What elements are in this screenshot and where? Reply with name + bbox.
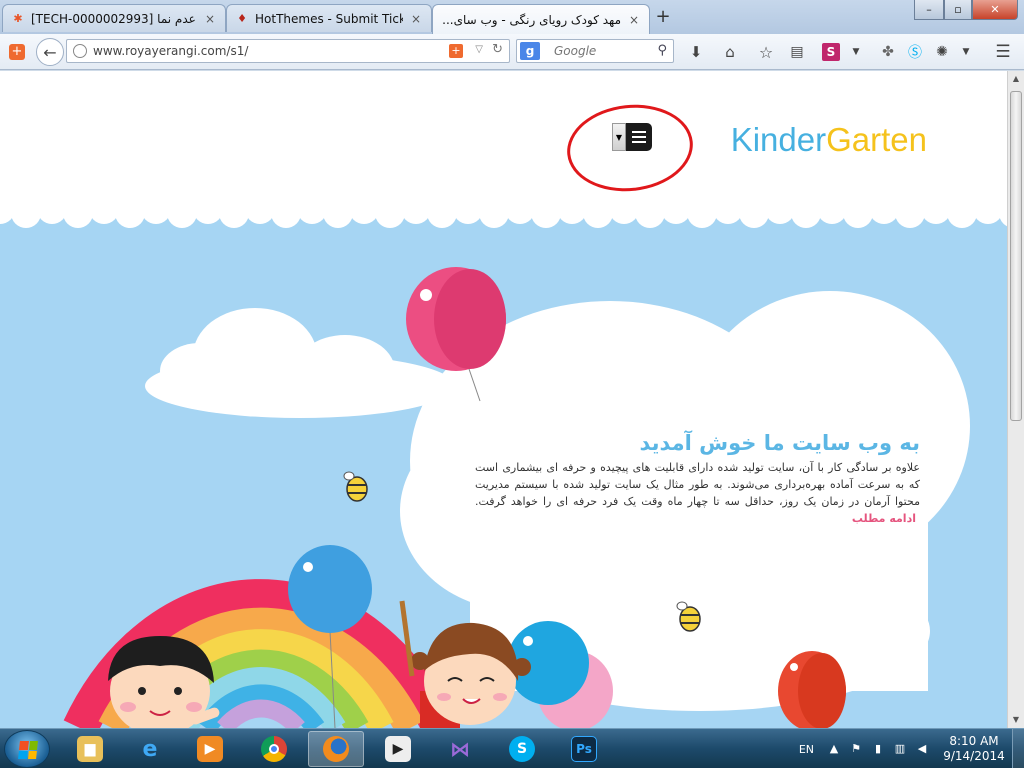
globe-icon	[73, 44, 87, 58]
photoshop-icon: Ps	[571, 736, 597, 762]
file-explorer-icon: ▆	[77, 736, 103, 762]
taskbar-file-explorer[interactable]: ▆	[62, 731, 118, 767]
media-play-icon: ▶	[385, 736, 411, 762]
browser-tab-bar: ✱ [TECH-0000002993] عدم نما... × ♦ HotTh…	[0, 0, 1024, 34]
tab-hotthemes[interactable]: ♦ HotThemes - Submit Ticket ×	[226, 4, 432, 32]
bookmarks-list-icon[interactable]: ▤	[787, 42, 807, 62]
page-viewport: KinderGarten ▼ به وب سایت ما خوش آمدید ع…	[0, 71, 1007, 728]
addon-icon: +	[9, 44, 25, 60]
site-logo[interactable]: KinderGarten	[731, 121, 927, 159]
back-arrow-icon: ←	[43, 42, 57, 62]
back-button[interactable]: ←	[36, 38, 64, 66]
network-icon[interactable]: ▥	[892, 741, 908, 757]
scrollbar-thumb[interactable]	[1010, 91, 1022, 421]
skype-icon[interactable]: Ⓢ	[905, 42, 925, 62]
taskbar-firefox[interactable]	[308, 731, 364, 767]
window-controls: – ▫ ✕	[914, 0, 1018, 20]
search-bar[interactable]: g ⚲	[516, 39, 674, 63]
reload-icon[interactable]: ↻	[492, 42, 503, 57]
logo-text-garten: Garten	[826, 121, 927, 158]
close-icon[interactable]: ×	[203, 12, 217, 26]
internet-explorer-icon: e	[142, 736, 158, 762]
skype-icon: S	[509, 736, 535, 762]
close-window-button[interactable]: ✕	[972, 0, 1018, 20]
vertical-scrollbar[interactable]: ▲ ▼	[1007, 71, 1024, 728]
close-icon[interactable]: ×	[409, 12, 423, 26]
start-button[interactable]	[4, 730, 50, 768]
scroll-down-arrow-icon[interactable]: ▼	[1008, 712, 1024, 728]
volume-icon[interactable]: ◀	[914, 741, 930, 757]
welcome-paragraph: علاوه بر سادگی کار با آن، سایت تولید شده…	[475, 461, 920, 508]
dropdown-arrow-icon[interactable]: ▼	[960, 43, 972, 61]
maximize-button[interactable]: ▫	[944, 0, 972, 20]
scroll-up-arrow-icon[interactable]: ▲	[1008, 71, 1024, 87]
menu-icon[interactable]: ☰	[992, 42, 1014, 62]
minimize-button[interactable]: –	[914, 0, 944, 20]
welcome-text: علاوه بر سادگی کار با آن، سایت تولید شده…	[475, 459, 920, 527]
taskbar-media-play[interactable]: ▶	[370, 731, 426, 767]
close-icon[interactable]: ×	[627, 13, 641, 27]
dropdown-arrow-icon[interactable]: ▼	[850, 43, 862, 61]
dropdown-arrow-icon[interactable]: ▽	[475, 44, 483, 55]
welcome-section: به وب سایت ما خوش آمدید علاوه بر سادگی ک…	[475, 431, 920, 527]
extension-icon[interactable]: ✤	[878, 42, 898, 62]
tab-royayerangi[interactable]: مهد کودک رویای رنگی - وب سای... ×	[432, 4, 650, 34]
media-player-icon: ▶	[197, 736, 223, 762]
navigation-toolbar: + ← www.royayerangi.com/s1/ + ▽ ↻ g ⚲ ⬇ …	[0, 34, 1024, 70]
clock-time: 8:10 AM	[949, 734, 999, 748]
addon-menu-button[interactable]: +	[2, 41, 32, 63]
system-tray: EN ▲ ⚑ ▮ ▥ ◀ 8:10 AM 9/14/2014	[799, 729, 1024, 768]
url-bar[interactable]: www.royayerangi.com/s1/ + ▽ ↻	[66, 39, 510, 63]
tray-expand-icon[interactable]: ▲	[826, 741, 842, 757]
chrome-icon	[261, 736, 287, 762]
language-indicator[interactable]: EN	[799, 743, 814, 756]
firefox-icon	[323, 736, 349, 762]
joomla-icon: ✱	[13, 12, 23, 25]
new-tab-button[interactable]: +	[652, 6, 674, 28]
windows-logo-icon	[18, 741, 38, 759]
taskbar-chrome[interactable]	[246, 731, 302, 767]
tab-label: مهد کودک رویای رنگی - وب سای...	[442, 12, 621, 27]
search-icon[interactable]: ⚲	[657, 43, 667, 58]
site-header: KinderGarten ▼	[0, 71, 1007, 211]
taskbar-visual-studio[interactable]: ⋈	[432, 731, 488, 767]
power-icon[interactable]: ▮	[870, 741, 886, 757]
taskbar-media-player[interactable]: ▶	[182, 731, 238, 767]
taskbar-internet-explorer[interactable]: e	[122, 731, 178, 767]
url-text: www.royayerangi.com/s1/	[93, 44, 249, 58]
clock-date: 9/14/2014	[943, 749, 1005, 763]
windows-taskbar: ▆ e ▶ ▶ ⋈ S Ps EN ▲ ⚑ ▮ ▥ ◀ 8:10 AM 9/14…	[0, 728, 1024, 768]
show-desktop-button[interactable]	[1012, 729, 1024, 768]
taskbar-photoshop[interactable]: Ps	[556, 731, 612, 767]
bookmark-star-icon[interactable]: ☆	[756, 42, 776, 62]
taskbar-skype[interactable]: S	[494, 731, 550, 767]
download-icon[interactable]: ⬇	[686, 42, 706, 62]
addon-s-icon[interactable]: S	[822, 43, 840, 61]
search-input[interactable]	[554, 44, 654, 58]
red-annotation-circle	[562, 98, 698, 198]
welcome-title: به وب سایت ما خوش آمدید	[639, 431, 921, 455]
read-more-link[interactable]: ادامه مطلب	[852, 512, 916, 525]
bee-left	[343, 471, 368, 502]
addon-icon[interactable]: +	[449, 44, 463, 58]
action-center-flag-icon[interactable]: ⚑	[848, 741, 864, 757]
firebug-icon[interactable]: ✺	[932, 42, 952, 62]
visual-studio-icon: ⋈	[450, 737, 470, 761]
tab-tech-ticket[interactable]: ✱ [TECH-0000002993] عدم نما... ×	[2, 4, 226, 32]
home-icon[interactable]: ⌂	[720, 42, 740, 62]
google-icon[interactable]: g	[520, 42, 540, 60]
red-balloon	[778, 651, 846, 728]
tab-label: HotThemes - Submit Ticket	[255, 11, 403, 26]
hotthemes-icon: ♦	[237, 12, 247, 25]
system-clock[interactable]: 8:10 AM 9/14/2014	[936, 734, 1012, 764]
logo-text-kinder: Kinder	[730, 121, 827, 158]
tab-label: [TECH-0000002993] عدم نما...	[31, 11, 197, 26]
